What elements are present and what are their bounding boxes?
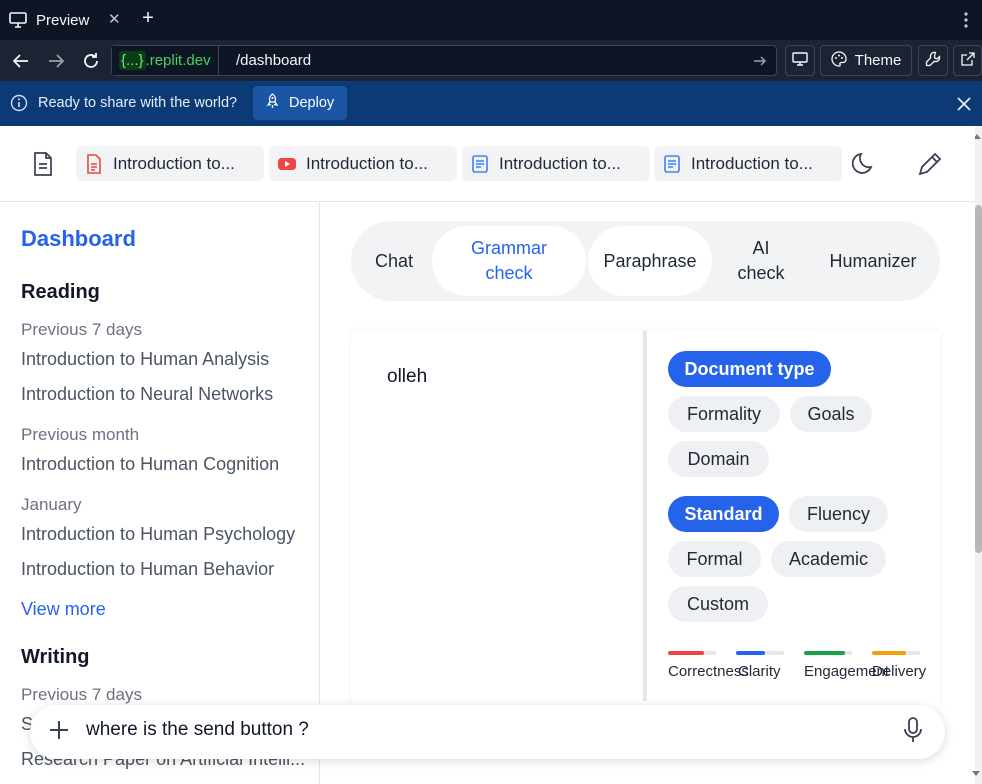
document-tab-label: Introduction to... (306, 153, 428, 173)
close-banner-icon[interactable] (956, 96, 972, 117)
metric-fill (736, 651, 765, 655)
sidebar-item[interactable]: Introduction to Human Behavior (21, 559, 274, 580)
metric-bar-delivery (872, 651, 920, 655)
chip-document-type[interactable]: Document type (668, 351, 831, 387)
document-tab-label: Introduction to... (691, 153, 813, 173)
metric-label-delivery: Delivery (872, 663, 927, 680)
deploy-button[interactable]: Deploy (253, 86, 347, 120)
tab-paraphrase[interactable]: Paraphrase (588, 226, 712, 296)
tab-grammar-check[interactable]: Grammar check (432, 226, 586, 296)
devtools-button[interactable] (785, 45, 815, 76)
chip-formality[interactable]: Formality (668, 396, 780, 432)
doc-icon (470, 154, 490, 174)
chip-domain[interactable]: Domain (668, 441, 769, 477)
tools-button[interactable] (918, 45, 948, 76)
pdf-icon (84, 153, 104, 174)
back-arrow-icon[interactable] (11, 51, 31, 71)
sidebar-group-label: Previous 7 days (21, 320, 142, 339)
deploy-message: Ready to share with the world? (38, 95, 238, 111)
chat-input[interactable]: where is the send button ? (86, 719, 309, 741)
documents-icon[interactable] (32, 152, 54, 176)
metric-bar-correctness (668, 651, 716, 655)
chip-standard[interactable]: Standard (668, 496, 779, 532)
more-options-icon[interactable] (960, 10, 972, 30)
tab-chat[interactable]: Chat (356, 226, 432, 296)
metric-label-clarity: Clarity (738, 663, 781, 680)
open-external-button[interactable] (953, 45, 982, 76)
metric-fill (872, 651, 906, 655)
pencil-icon[interactable] (916, 150, 944, 178)
browser-tab-label: Preview (36, 11, 90, 29)
deploy-rocket-icon (265, 93, 280, 113)
metric-fill (804, 651, 845, 655)
url-domain-prefix: {...} (119, 51, 146, 70)
sidebar-item[interactable]: Introduction to Human Cognition (21, 454, 279, 475)
moon-icon[interactable] (851, 151, 877, 177)
metric-bar-engagement (804, 651, 852, 655)
sidebar-group-label: Previous 7 days (21, 685, 142, 704)
sidebar-item[interactable]: Introduction to Neural Networks (21, 384, 273, 405)
document-tab-3[interactable]: Introduction to... (462, 146, 650, 181)
page-scrollbar-thumb[interactable] (975, 205, 982, 553)
url-domain-suffix: .replit.dev (145, 52, 211, 69)
forward-arrow-icon[interactable] (46, 51, 66, 71)
scroll-down-icon[interactable] (971, 765, 981, 777)
url-domain: {...} .replit.dev (112, 46, 219, 75)
add-attachment-icon[interactable] (48, 719, 70, 741)
tab-ai-check[interactable]: AI check (722, 226, 800, 296)
document-tab-label: Introduction to... (499, 153, 621, 173)
tab-humanizer[interactable]: Humanizer (812, 226, 934, 296)
document-tab-4[interactable]: Introduction to... (654, 146, 842, 181)
monitor-icon (9, 12, 27, 28)
panel-divider[interactable] (643, 331, 647, 701)
sidebar-group-label: Previous month (21, 425, 140, 444)
metric-fill (668, 651, 704, 655)
document-tab-2[interactable]: Introduction to... (269, 146, 457, 181)
screen-icon (792, 51, 808, 70)
reading-heading: Reading (21, 281, 100, 303)
theme-button[interactable]: Theme (820, 45, 912, 76)
sidebar-group-label: January (21, 495, 82, 514)
chip-custom[interactable]: Custom (668, 586, 768, 622)
tab-close-icon[interactable]: ✕ (108, 10, 121, 28)
url-path[interactable]: /dashboard (236, 46, 311, 75)
view-more-link[interactable]: View more (21, 599, 106, 620)
chip-academic[interactable]: Academic (771, 541, 886, 577)
info-icon (10, 94, 28, 117)
microphone-icon[interactable] (903, 717, 923, 743)
sidebar-item[interactable]: Introduction to Human Psychology (21, 524, 295, 545)
wrench-icon (925, 51, 941, 71)
document-tab-1[interactable]: Introduction to... (76, 146, 264, 181)
deploy-banner: Ready to share with the world? (0, 81, 982, 126)
palette-icon (831, 50, 847, 71)
new-tab-button[interactable]: + (138, 7, 158, 31)
writing-heading: Writing (21, 646, 90, 668)
chip-formal[interactable]: Formal (668, 541, 761, 577)
metric-bar-clarity (736, 651, 784, 655)
document-tab-label: Introduction to... (113, 153, 235, 173)
chip-goals[interactable]: Goals (790, 396, 872, 432)
metric-label-correctness: Correctness (668, 663, 749, 680)
sidebar-item[interactable]: Introduction to Human Analysis (21, 349, 269, 370)
reload-icon[interactable] (81, 51, 101, 71)
go-arrow-icon[interactable] (753, 54, 767, 68)
address-field[interactable]: {...} .replit.dev /dashboard (111, 45, 777, 76)
youtube-icon (277, 154, 297, 174)
chip-fluency[interactable]: Fluency (789, 496, 888, 532)
sidebar-title[interactable]: Dashboard (21, 226, 136, 252)
external-link-icon (960, 51, 975, 70)
theme-button-label: Theme (854, 52, 902, 69)
browser-tab-bar: Preview ✕ + (0, 0, 982, 40)
doc-icon (662, 154, 682, 174)
deploy-button-label: Deploy (289, 95, 335, 111)
editor-text[interactable]: olleh (387, 366, 427, 388)
browser-tab-preview[interactable]: Preview ✕ (0, 0, 130, 40)
